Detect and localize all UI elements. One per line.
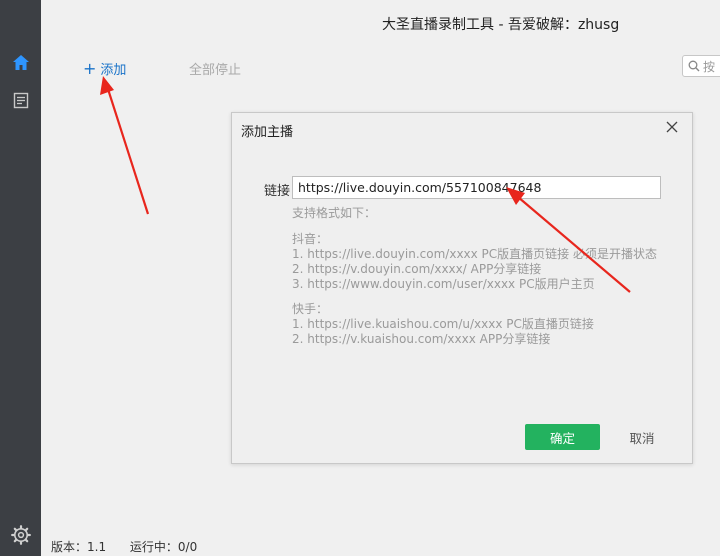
- dialog-title: 添加主播: [241, 125, 294, 140]
- link-input[interactable]: [292, 176, 661, 199]
- stop-all-button[interactable]: 全部停止: [189, 59, 241, 78]
- add-button[interactable]: + 添加: [83, 59, 126, 78]
- sidebar-item-list[interactable]: [0, 83, 41, 117]
- sidebar-item-home[interactable]: [0, 45, 41, 79]
- help-douyin-line: 2. https://v.douyin.com/xxxx/ APP分享链接: [292, 262, 542, 276]
- close-icon: [666, 121, 678, 133]
- search-input[interactable]: 按: [682, 55, 720, 77]
- help-douyin-line: 1. https://live.douyin.com/xxxx PC版直播页链接…: [292, 247, 657, 261]
- version-text: 版本：1.1: [51, 540, 107, 554]
- help-kuaishou-line: 1. https://live.kuaishou.com/u/xxxx PC版直…: [292, 317, 594, 331]
- sidebar-item-settings[interactable]: [0, 518, 41, 552]
- close-button[interactable]: [664, 119, 680, 135]
- status-bar: 版本：1.1 运行中：0/0: [51, 538, 217, 555]
- document-icon: [13, 92, 28, 108]
- search-placeholder: 按: [703, 59, 716, 74]
- help-text: 支持格式如下： 抖音： 1. https://live.douyin.com/x…: [292, 206, 657, 347]
- window-title: 大圣直播录制工具 - 吾爱破解：zhusg: [382, 17, 620, 33]
- running-count: 运行中：0/0: [129, 540, 198, 554]
- search-icon: [688, 60, 700, 72]
- help-kuaishou-title: 快手：: [292, 302, 329, 316]
- sidebar: [0, 0, 41, 556]
- help-kuaishou-line: 2. https://v.kuaishou.com/xxxx APP分享链接: [292, 332, 551, 346]
- home-icon: [12, 54, 29, 70]
- arrow-to-add-button: [100, 76, 150, 215]
- add-streamer-dialog: 添加主播 链接 支持格式如下： 抖音： 1. https://live.douy…: [231, 112, 693, 464]
- help-douyin-title: 抖音：: [292, 232, 329, 246]
- gear-icon: [10, 525, 31, 545]
- add-button-label: 添加: [100, 63, 127, 78]
- plus-icon: +: [83, 58, 97, 78]
- link-label: 链接: [264, 184, 291, 199]
- help-heading: 支持格式如下：: [292, 206, 377, 220]
- help-douyin-line: 3. https://www.douyin.com/user/xxxx PC版用…: [292, 277, 595, 291]
- cancel-button[interactable]: 取消: [622, 424, 662, 450]
- confirm-button[interactable]: 确定: [525, 424, 600, 450]
